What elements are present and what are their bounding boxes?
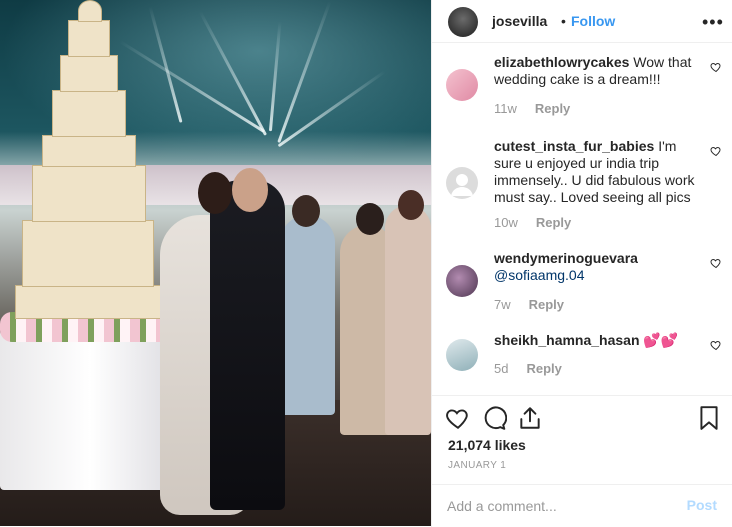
comment-age: 11w	[494, 101, 517, 116]
photo-crowd	[270, 190, 431, 435]
add-comment-bar: Post	[431, 484, 732, 527]
post-photo[interactable]	[0, 0, 431, 526]
post-header: josevilla • Follow •••	[431, 0, 732, 43]
comment-meta: 11w Reply	[494, 101, 570, 116]
post-author-username[interactable]: josevilla	[492, 13, 547, 29]
comment-input[interactable]	[447, 497, 667, 515]
post-comment-button[interactable]: Post	[687, 497, 717, 513]
follow-button[interactable]: Follow	[571, 13, 615, 29]
default-avatar-icon	[451, 174, 473, 196]
post-actions: 21,074 likes JANUARY 1	[431, 395, 732, 484]
comment-like-heart-icon[interactable]	[710, 61, 722, 73]
avatar[interactable]	[446, 265, 478, 297]
heart-icon[interactable]	[445, 405, 471, 431]
photo-cake	[68, 20, 110, 57]
photo-cake	[60, 55, 118, 92]
comment-text: elizabethlowrycakes Wow that wedding cak…	[494, 54, 700, 88]
comment-username[interactable]: elizabethlowrycakes	[494, 54, 629, 70]
photo-cake	[78, 0, 102, 22]
comment-body: 💕💕	[643, 332, 679, 348]
comment-like-heart-icon[interactable]	[710, 257, 722, 269]
photo-cake-table	[0, 330, 180, 490]
comment-username[interactable]: wendymerinoguevara	[494, 250, 638, 266]
reply-button[interactable]: Reply	[536, 215, 571, 230]
share-icon[interactable]	[517, 405, 543, 431]
avatar[interactable]	[446, 167, 478, 199]
reply-button[interactable]: Reply	[526, 361, 561, 376]
comment-mention-link[interactable]: @sofiaamg.04	[494, 267, 584, 283]
comment-text: cutest_insta_fur_babies I'm sure u enjoy…	[494, 138, 700, 206]
comment-meta: 7w Reply	[494, 297, 564, 312]
likes-count[interactable]: 21,074 likes	[448, 437, 526, 453]
post-date: JANUARY 1	[448, 460, 507, 471]
comment-meta: 10w Reply	[494, 215, 571, 230]
comment-like-heart-icon[interactable]	[710, 145, 722, 157]
comment-username[interactable]: cutest_insta_fur_babies	[494, 138, 654, 154]
photo-cake	[32, 165, 146, 222]
comment-text: wendymerinoguevara @sofiaamg.04	[494, 250, 700, 284]
photo-groom-head	[232, 168, 268, 212]
comment-username[interactable]: sheikh_hamna_hasan	[494, 332, 640, 348]
photo-cake	[22, 220, 154, 287]
avatar[interactable]	[448, 7, 478, 37]
photo-groom	[210, 180, 285, 510]
comment-age: 7w	[494, 297, 511, 312]
comment-bubble-icon[interactable]	[481, 405, 507, 431]
comment-meta: 5d Reply	[494, 361, 562, 376]
avatar[interactable]	[446, 339, 478, 371]
reply-button[interactable]: Reply	[529, 297, 564, 312]
more-options-icon[interactable]: •••	[702, 13, 724, 31]
photo-cake	[15, 285, 167, 319]
reply-button[interactable]: Reply	[535, 101, 570, 116]
photo-cake	[52, 90, 126, 137]
comment-text: sheikh_hamna_hasan 💕💕	[494, 332, 700, 349]
comment-age: 10w	[494, 215, 518, 230]
bookmark-icon[interactable]	[696, 405, 722, 431]
comment-like-heart-icon[interactable]	[710, 339, 722, 351]
photo-cake	[42, 135, 136, 167]
instagram-post: josevilla • Follow ••• elizabethlowrycak…	[0, 0, 732, 527]
separator-dot: •	[561, 13, 566, 29]
avatar[interactable]	[446, 69, 478, 101]
comment-age: 5d	[494, 361, 509, 376]
comments-list[interactable]: elizabethlowrycakes Wow that wedding cak…	[431, 43, 732, 395]
photo-bride-head	[198, 172, 232, 214]
